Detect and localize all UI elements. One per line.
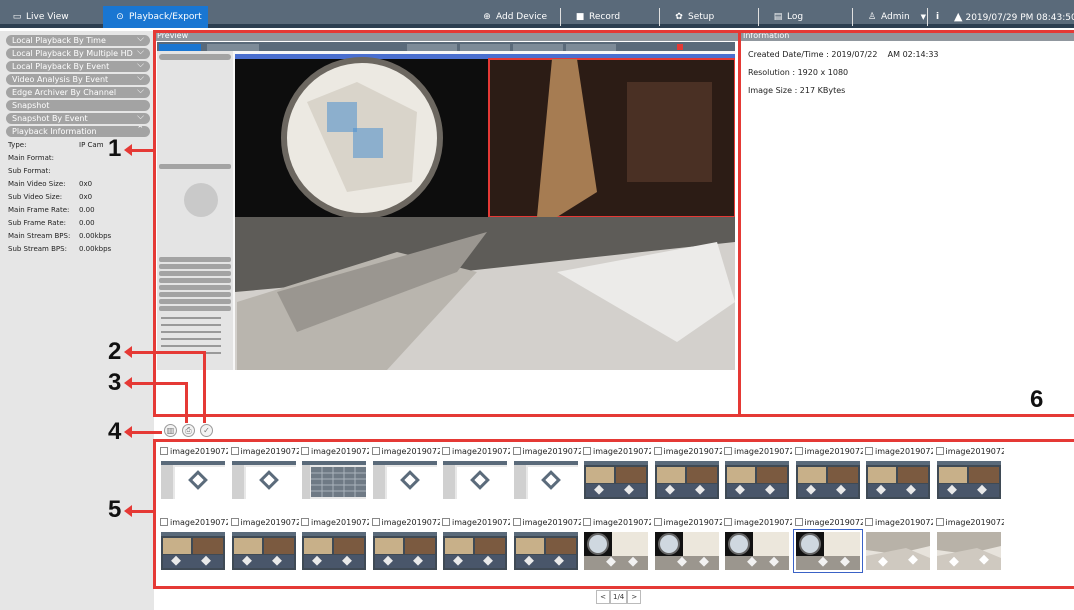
tab-playback-export[interactable]: ⊙ Playback/Export (103, 6, 208, 28)
callout-number: 4 (108, 418, 122, 445)
divider (659, 8, 660, 26)
callout-arrow (124, 505, 154, 517)
divider (852, 8, 853, 26)
tab-log[interactable]: ▤ Log (761, 6, 851, 28)
info-row: Main Stream BPS: 0.00kbps (8, 232, 112, 240)
tab-record[interactable]: ■ Record (563, 6, 658, 28)
info-row: Main Video Size: 0x0 (8, 180, 93, 188)
divider (927, 8, 928, 26)
user-menu[interactable]: ♙ Admin ▼ (855, 6, 926, 28)
monitor-icon: ▭ (12, 12, 22, 22)
tab-live-view[interactable]: ▭ Live View (0, 6, 100, 28)
info-button[interactable]: i (932, 6, 950, 28)
system-datetime[interactable]: ▲ 2019/07/29 PM 08:43:50 (950, 6, 1074, 28)
chevron-down-icon: ⌵ (137, 74, 144, 83)
divider (560, 8, 561, 26)
sidebar-item-edge-archiver[interactable]: Edge Archiver By Channel ⌵ (6, 87, 150, 98)
chevron-down-icon: ⌵ (137, 87, 144, 96)
warning-icon: ▲ (954, 10, 963, 23)
pagination: <1/4 > (596, 590, 642, 604)
sidebar-item-local-playback-multiple-hd[interactable]: Local Playback By Multiple HD ⌵ (6, 48, 150, 59)
callout-number: 3 (108, 369, 122, 396)
chevron-down-icon: ⌵ (137, 48, 144, 57)
playback-info-list: Type: IP Cam Main Format: Sub Format: Mai… (0, 139, 154, 256)
sidebar-item-snapshot[interactable]: Snapshot (6, 100, 150, 111)
callout-arrow (124, 426, 162, 438)
export-icon[interactable]: ⎙ (182, 424, 195, 437)
document-icon: ▤ (773, 12, 783, 22)
callout-number: 1 (108, 135, 122, 162)
callout-box-preview (153, 30, 741, 417)
callout-box-thumbnails (153, 439, 1074, 589)
callout-number: 2 (108, 338, 122, 365)
tab-setup[interactable]: ✿ Setup (662, 6, 757, 28)
caret-down-icon: ▼ (920, 13, 926, 21)
check-icon[interactable]: ✓ (200, 424, 213, 437)
callout-box-information (738, 30, 1074, 417)
chevron-up-icon: ⌃ (136, 126, 144, 135)
callout-arrow (124, 346, 206, 358)
sidebar: Local Playback By Time ⌵ Local Playback B… (0, 31, 154, 610)
prev-page-button[interactable]: < (596, 590, 610, 604)
gear-icon: ✿ (675, 12, 683, 22)
sidebar-item-playback-information[interactable]: Playback Information ⌃ (6, 126, 150, 137)
sidebar-item-video-analysis-by-event[interactable]: Video Analysis By Event ⌵ (6, 74, 150, 85)
sidebar-item-local-playback-by-event[interactable]: Local Playback By Event ⌵ (6, 61, 150, 72)
callout-arrow (124, 377, 188, 389)
tab-add-device[interactable]: ⊕ Add Device (470, 6, 560, 28)
play-circle-icon: ⊙ (116, 12, 124, 22)
user-icon: ♙ (867, 12, 877, 22)
callout-number: 5 (108, 496, 122, 523)
info-row: Main Frame Rate: 0.00 (8, 206, 95, 214)
info-row: Sub Format: (8, 167, 51, 175)
chevron-down-icon: ⌵ (137, 61, 144, 70)
sidebar-item-local-playback-by-time[interactable]: Local Playback By Time ⌵ (6, 35, 150, 46)
top-bar: ▭ Live View ⊙ Playback/Export ⊕ Add Device … (0, 0, 1074, 28)
info-row: Sub Stream BPS: 0.00kbps (8, 245, 112, 253)
chevron-down-icon: ⌵ (137, 113, 144, 122)
divider (758, 8, 759, 26)
plus-circle-icon: ⊕ (483, 12, 491, 22)
info-row: Sub Video Size: 0x0 (8, 193, 93, 201)
info-row: Sub Frame Rate: 0.00 (8, 219, 95, 227)
callout-number: 6 (1030, 386, 1044, 413)
record-icon: ■ (575, 12, 585, 22)
trash-icon[interactable]: ▥ (164, 424, 177, 437)
callout-arrow (185, 382, 188, 423)
callout-arrow (203, 351, 206, 423)
sidebar-item-snapshot-by-event[interactable]: Snapshot By Event ⌵ (6, 113, 150, 124)
chevron-down-icon: ⌵ (137, 35, 144, 44)
page-indicator: 1/4 (610, 590, 628, 604)
callout-arrow (124, 144, 156, 156)
next-page-button[interactable]: > (627, 590, 642, 604)
